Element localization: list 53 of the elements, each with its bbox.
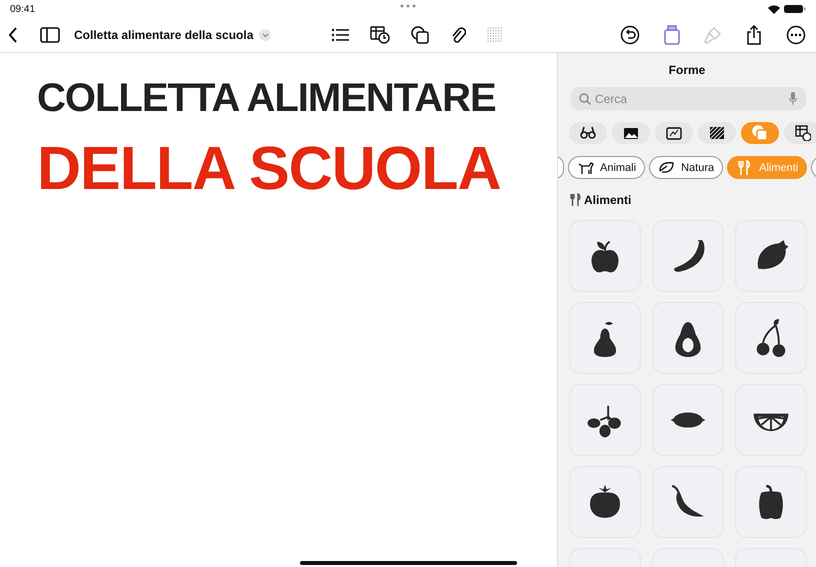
document-heading: COLLETTA ALIMENTARE	[37, 75, 496, 121]
shape-tile[interactable]	[569, 384, 641, 456]
status-time: 09:41	[10, 4, 36, 14]
document-title[interactable]: Colletta alimentare della scuola	[74, 28, 254, 42]
chevron-icon[interactable]	[259, 29, 272, 41]
shape-tile[interactable]	[652, 466, 724, 538]
source-tab[interactable]	[655, 122, 693, 144]
category-chip[interactable]: Animali	[568, 156, 646, 179]
texture-icon	[709, 125, 725, 141]
binoculars-icon	[580, 125, 596, 141]
more-icon[interactable]	[786, 25, 806, 45]
sidebar-icon[interactable]	[40, 27, 60, 43]
media-icon	[666, 125, 682, 141]
wifi-icon	[768, 4, 780, 14]
share-icon[interactable]	[746, 25, 762, 45]
microphone-icon[interactable]	[789, 92, 797, 105]
search-icon	[579, 93, 591, 105]
multitask-dots-icon[interactable]	[400, 3, 416, 9]
shape-tile[interactable]	[652, 220, 724, 292]
format-icon[interactable]	[664, 25, 680, 45]
search-field[interactable]: Cerca	[571, 87, 806, 110]
source-tab[interactable]	[612, 122, 650, 144]
photo-icon	[623, 125, 639, 141]
document-heading: DELLA SCUOLA	[37, 135, 501, 201]
shape-tile[interactable]	[735, 302, 807, 374]
battery-icon	[784, 4, 806, 14]
shape-tile[interactable]	[652, 384, 724, 456]
paperclip-icon[interactable]	[450, 26, 466, 44]
table-chart-icon	[795, 125, 811, 141]
table-chart-icon[interactable]	[370, 26, 390, 44]
shapes-icon[interactable]	[411, 26, 430, 44]
list-icon[interactable]	[331, 28, 350, 42]
shape-tile[interactable]	[652, 302, 724, 374]
source-tab[interactable]	[784, 122, 816, 144]
shape-tile[interactable]	[569, 220, 641, 292]
undo-icon[interactable]	[620, 25, 640, 45]
leaf-icon	[658, 159, 676, 176]
shape-tile[interactable]	[735, 384, 807, 456]
shapes-icon	[752, 125, 768, 141]
shape-tile[interactable]	[735, 220, 807, 292]
fork-knife-icon	[569, 193, 581, 207]
source-tab[interactable]	[569, 122, 607, 144]
source-tab[interactable]	[698, 122, 736, 144]
panel-title: Forme	[668, 63, 706, 77]
chevron-down-icon	[262, 32, 269, 38]
shape-tile[interactable]	[569, 466, 641, 538]
category-chip[interactable]: Natura	[649, 156, 724, 179]
section-title: Alimenti	[584, 193, 632, 207]
shape-tile[interactable]	[735, 466, 807, 538]
dotted-grid-icon[interactable]	[487, 27, 504, 43]
back-icon[interactable]	[8, 27, 18, 43]
dog-icon	[577, 159, 594, 176]
shape-tile[interactable]	[569, 302, 641, 374]
